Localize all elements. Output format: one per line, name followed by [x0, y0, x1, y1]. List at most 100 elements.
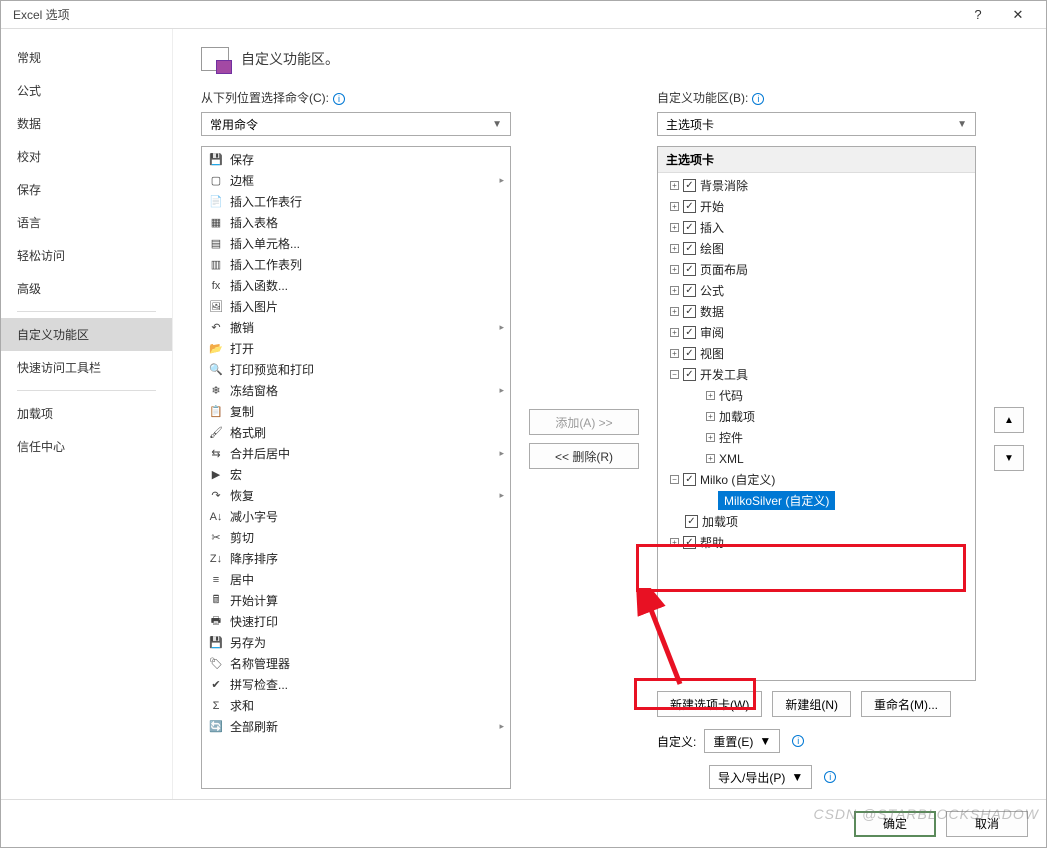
sidebar-item[interactable]: 高级: [1, 272, 172, 305]
ribbon-dropdown[interactable]: 主选项卡▼: [657, 112, 976, 136]
command-item[interactable]: ↷恢复▸: [202, 485, 510, 506]
sidebar-item[interactable]: 语言: [1, 206, 172, 239]
commands-dropdown[interactable]: 常用命令▼: [201, 112, 511, 136]
close-button[interactable]: ✕: [998, 7, 1038, 23]
info-icon[interactable]: i: [752, 93, 764, 105]
command-item[interactable]: ⇆合并后居中▸: [202, 443, 510, 464]
command-item[interactable]: A↓减小字号: [202, 506, 510, 527]
command-item[interactable]: 📋复制: [202, 401, 510, 422]
checkbox[interactable]: [683, 200, 696, 213]
command-item[interactable]: 📂打开: [202, 338, 510, 359]
move-up-button[interactable]: ▲: [994, 407, 1024, 433]
checkbox[interactable]: [683, 221, 696, 234]
info-icon[interactable]: i: [792, 735, 804, 747]
expand-icon[interactable]: +: [706, 391, 715, 400]
sidebar-item[interactable]: 公式: [1, 74, 172, 107]
command-item[interactable]: ▶宏: [202, 464, 510, 485]
expand-icon[interactable]: +: [670, 349, 679, 358]
tree-item[interactable]: 加载项: [658, 511, 975, 532]
tree-item[interactable]: +帮助: [658, 532, 975, 553]
checkbox[interactable]: [683, 326, 696, 339]
command-item[interactable]: ❄冻结窗格▸: [202, 380, 510, 401]
command-item[interactable]: Z↓降序排序: [202, 548, 510, 569]
tree-item[interactable]: +控件: [658, 427, 975, 448]
checkbox[interactable]: [685, 515, 698, 528]
tree-item[interactable]: +公式: [658, 280, 975, 301]
tree-item[interactable]: +绘图: [658, 238, 975, 259]
tree-item[interactable]: +数据: [658, 301, 975, 322]
sidebar-item[interactable]: 加载项: [1, 397, 172, 430]
cancel-button[interactable]: 取消: [946, 811, 1028, 837]
expand-icon[interactable]: +: [706, 454, 715, 463]
expand-icon[interactable]: +: [670, 286, 679, 295]
tree-item[interactable]: +背景消除: [658, 175, 975, 196]
expand-icon[interactable]: +: [670, 307, 679, 316]
sidebar-item[interactable]: 信任中心: [1, 430, 172, 463]
tree-item[interactable]: +XML: [658, 448, 975, 469]
sidebar-item[interactable]: 自定义功能区: [1, 318, 172, 351]
move-down-button[interactable]: ▼: [994, 445, 1024, 471]
command-item[interactable]: 💾另存为: [202, 632, 510, 653]
command-item[interactable]: ↶撤销▸: [202, 317, 510, 338]
command-item[interactable]: fx插入函数...: [202, 275, 510, 296]
sidebar-item[interactable]: 保存: [1, 173, 172, 206]
checkbox[interactable]: [683, 473, 696, 486]
command-item[interactable]: 🖶快速打印: [202, 611, 510, 632]
command-item[interactable]: 💾保存: [202, 149, 510, 170]
expand-icon[interactable]: +: [670, 265, 679, 274]
command-item[interactable]: 🔍打印预览和打印: [202, 359, 510, 380]
info-icon[interactable]: i: [824, 771, 836, 783]
new-group-button[interactable]: 新建组(N): [772, 691, 851, 717]
sidebar-item[interactable]: 数据: [1, 107, 172, 140]
rename-button[interactable]: 重命名(M)...: [861, 691, 951, 717]
expand-icon[interactable]: +: [670, 223, 679, 232]
sidebar-item[interactable]: 校对: [1, 140, 172, 173]
expand-icon[interactable]: +: [706, 412, 715, 421]
command-item[interactable]: ▥插入工作表列: [202, 254, 510, 275]
sidebar-item[interactable]: 轻松访问: [1, 239, 172, 272]
command-item[interactable]: ▢边框▸: [202, 170, 510, 191]
checkbox[interactable]: [683, 536, 696, 549]
command-item[interactable]: Σ求和: [202, 695, 510, 716]
expand-icon[interactable]: +: [670, 202, 679, 211]
sidebar-item[interactable]: 常规: [1, 41, 172, 74]
tree-item[interactable]: +审阅: [658, 322, 975, 343]
new-tab-button[interactable]: 新建选项卡(W): [657, 691, 762, 717]
command-item[interactable]: 🖼插入图片: [202, 296, 510, 317]
tree-item[interactable]: +加载项: [658, 406, 975, 427]
tree-item[interactable]: −Milko (自定义): [658, 469, 975, 490]
commands-listbox[interactable]: 💾保存▢边框▸📄插入工作表行▦插入表格▤插入单元格...▥插入工作表列fx插入函…: [201, 146, 511, 789]
import-export-dropdown[interactable]: 导入/导出(P)▼: [709, 765, 812, 789]
tree-item[interactable]: +代码: [658, 385, 975, 406]
add-button[interactable]: 添加(A) >>: [529, 409, 639, 435]
command-item[interactable]: 📄插入工作表行: [202, 191, 510, 212]
checkbox[interactable]: [683, 347, 696, 360]
expand-icon[interactable]: +: [670, 328, 679, 337]
command-item[interactable]: ≡居中: [202, 569, 510, 590]
ribbon-tree[interactable]: 主选项卡 +背景消除+开始+插入+绘图+页面布局+公式+数据+审阅+视图−开发工…: [657, 146, 976, 681]
command-item[interactable]: ▤插入单元格...: [202, 233, 510, 254]
reset-dropdown[interactable]: 重置(E)▼: [704, 729, 780, 753]
expand-icon[interactable]: +: [706, 433, 715, 442]
info-icon[interactable]: i: [333, 93, 345, 105]
tree-item[interactable]: +页面布局: [658, 259, 975, 280]
expand-icon[interactable]: −: [670, 475, 679, 484]
tree-item[interactable]: +插入: [658, 217, 975, 238]
help-button[interactable]: ?: [958, 7, 998, 22]
expand-icon[interactable]: −: [670, 370, 679, 379]
command-item[interactable]: ✔拼写检查...: [202, 674, 510, 695]
checkbox[interactable]: [683, 242, 696, 255]
tree-item[interactable]: +视图: [658, 343, 975, 364]
command-item[interactable]: 🖌格式刷: [202, 422, 510, 443]
tree-item-selected[interactable]: MilkoSilver (自定义): [658, 490, 975, 511]
checkbox[interactable]: [683, 305, 696, 318]
expand-icon[interactable]: +: [670, 538, 679, 547]
command-item[interactable]: ✂剪切: [202, 527, 510, 548]
checkbox[interactable]: [683, 179, 696, 192]
checkbox[interactable]: [683, 263, 696, 276]
tree-item[interactable]: −开发工具: [658, 364, 975, 385]
ok-button[interactable]: 确定: [854, 811, 936, 837]
command-item[interactable]: ▦插入表格: [202, 212, 510, 233]
command-item[interactable]: 🖩开始计算: [202, 590, 510, 611]
remove-button[interactable]: << 删除(R): [529, 443, 639, 469]
